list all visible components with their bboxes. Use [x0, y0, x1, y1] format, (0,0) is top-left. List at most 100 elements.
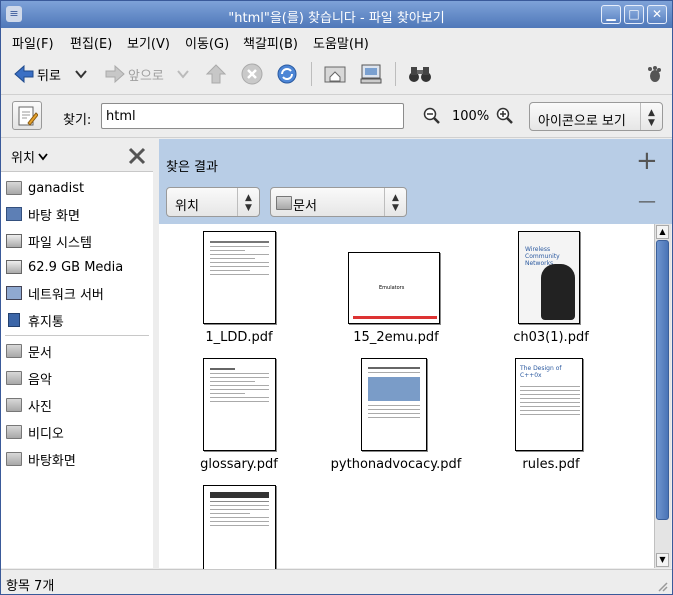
- view-mode-select[interactable]: 아이콘으로 보기 ▲ ▼: [529, 102, 663, 131]
- sidebar-item-pictures[interactable]: 사진: [6, 395, 52, 415]
- scroll-down-icon[interactable]: ▼: [656, 553, 669, 567]
- updown-arrows-icon: ▲ ▼: [640, 103, 662, 130]
- pdf-thumbnail-icon: Wireless Community Networks: [518, 231, 580, 324]
- search-button[interactable]: [407, 62, 433, 86]
- computer-button[interactable]: [359, 62, 383, 86]
- forward-arrow-icon: [105, 64, 125, 84]
- folder-icon: [6, 371, 22, 385]
- back-label: 뒤로: [37, 68, 61, 84]
- minimize-button[interactable]: ▁: [601, 5, 621, 24]
- sidebar-item-documents[interactable]: 문서: [6, 341, 52, 361]
- sidebar-item-network[interactable]: 네트워크 서버: [6, 283, 104, 303]
- thumbnail-title: The Design of C++0x: [520, 365, 562, 379]
- pdf-thumbnail-icon: [361, 358, 427, 451]
- file-name: 1_LDD.pdf: [205, 330, 273, 345]
- sidebar-item-media[interactable]: 62.9 GB Media: [6, 257, 123, 277]
- maximize-button[interactable]: □: [624, 5, 644, 24]
- sidebar-item-videos[interactable]: 비디오: [6, 422, 64, 442]
- stop-icon: [241, 63, 263, 85]
- up-arrow-icon: [205, 64, 227, 84]
- reload-icon: [277, 64, 297, 84]
- file-browser-window: ≡ "html"을(를) 찾습니다 - 파일 찾아보기 ▁ □ ✕ 파일(F) …: [0, 0, 673, 595]
- edit-location-icon: [18, 106, 39, 126]
- menu-view[interactable]: 보기(V): [127, 33, 170, 52]
- zoom-out-icon: [423, 107, 440, 124]
- sidebar-item-label: 문서: [28, 345, 52, 361]
- sidebar-header: 위치: [1, 139, 153, 172]
- file-name: ch03(1).pdf: [513, 330, 589, 345]
- sidebar-type-select[interactable]: 위치: [11, 147, 48, 166]
- view-mode-value: 아이콘으로 보기: [538, 114, 626, 129]
- file-name: pythonadvocacy.pdf: [330, 457, 462, 472]
- folder-icon: [276, 196, 292, 210]
- drive-icon: [6, 260, 22, 274]
- remove-criterion-button[interactable]: —: [638, 191, 656, 212]
- sidebar-item-desktop-folder[interactable]: 바탕화면: [6, 449, 76, 469]
- back-button[interactable]: 뒤로: [13, 62, 61, 86]
- updown-arrows-icon: ▲ ▼: [384, 188, 406, 216]
- stop-button[interactable]: [241, 62, 263, 86]
- sidebar-item-label: 사진: [28, 399, 52, 415]
- status-bar: 항목 7개: [1, 569, 672, 594]
- close-sidebar-icon[interactable]: [128, 147, 146, 165]
- home-folder-icon: [6, 181, 22, 195]
- sidebar-item-desktop[interactable]: 바탕 화면: [6, 204, 80, 224]
- file-name: glossary.pdf: [200, 457, 278, 472]
- search-label: 찾기:: [63, 113, 92, 128]
- updown-arrows-icon: ▲ ▼: [237, 188, 259, 216]
- vertical-scrollbar[interactable]: ▲ ▼: [654, 224, 671, 568]
- chevron-down-icon: [38, 152, 48, 160]
- sidebar-item-filesystem[interactable]: 파일 시스템: [6, 231, 92, 251]
- menu-go[interactable]: 이동(G): [185, 33, 229, 52]
- add-criterion-button[interactable]: +: [636, 147, 658, 175]
- zoom-level[interactable]: 100%: [452, 109, 489, 124]
- window-title: "html"을(를) 찾습니다 - 파일 찾아보기: [228, 11, 445, 26]
- location-bar: 찾기: html 100% 아이콘으로 보기 ▲ ▼: [1, 95, 672, 138]
- sidebar-item-trash[interactable]: 휴지통: [6, 310, 64, 330]
- back-history-dropdown[interactable]: [75, 62, 87, 86]
- menu-edit[interactable]: 편집(E): [70, 33, 112, 52]
- sidebar-item-label: 네트워크 서버: [28, 287, 104, 303]
- sidebar-item-label: 음악: [28, 372, 52, 388]
- scrollbar-thumb[interactable]: [656, 240, 669, 520]
- close-button[interactable]: ✕: [647, 5, 667, 24]
- forward-label: 앞으로: [128, 68, 164, 84]
- sidebar-item-label: 62.9 GB Media: [28, 259, 124, 275]
- sidebar-item-label: 비디오: [28, 426, 64, 442]
- up-button[interactable]: [205, 62, 227, 86]
- zoom-out-button[interactable]: [423, 107, 441, 128]
- reload-button[interactable]: [276, 62, 298, 86]
- scroll-up-icon[interactable]: ▲: [656, 225, 669, 239]
- status-text: 항목 7개: [6, 579, 55, 594]
- back-arrow-icon: [14, 64, 34, 84]
- toolbar: 뒤로 앞으로: [1, 54, 672, 95]
- menu-bookmarks[interactable]: 책갈피(B): [243, 33, 298, 52]
- zoom-in-button[interactable]: [496, 107, 514, 128]
- toolbar-separator: [311, 62, 312, 86]
- computer-icon: [360, 64, 382, 84]
- pdf-thumbnail-icon: [203, 358, 276, 451]
- folder-icon: [6, 398, 22, 412]
- sidebar-item-home[interactable]: ganadist: [6, 178, 84, 198]
- pdf-thumbnail-icon: The Design of C++0x: [515, 358, 583, 451]
- home-button[interactable]: [323, 62, 347, 86]
- sidebar-item-music[interactable]: 음악: [6, 368, 52, 388]
- search-input[interactable]: html: [101, 103, 404, 129]
- forward-history-dropdown[interactable]: [177, 62, 189, 86]
- menu-file[interactable]: 파일(F): [12, 33, 54, 52]
- resize-grip-icon[interactable]: [656, 580, 668, 592]
- sidebar-item-label: 바탕 화면: [28, 208, 80, 224]
- criterion-type-select[interactable]: 위치 ▲ ▼: [166, 187, 260, 217]
- sidebar-item-label: ganadist: [28, 180, 85, 196]
- thumbnail-title: Emulators: [379, 285, 405, 291]
- menu-help[interactable]: 도움말(H): [313, 33, 369, 52]
- sidebar-item-label: 바탕화면: [28, 453, 76, 469]
- book-cover-art: [541, 264, 575, 320]
- chevron-down-icon: [177, 70, 189, 79]
- pdf-thumbnail-icon: Emulators: [348, 252, 440, 324]
- forward-button[interactable]: 앞으로: [104, 62, 164, 86]
- search-results-panel: 찾은 결과 + 위치 ▲ ▼ 문서 ▲ ▼ —: [159, 139, 672, 224]
- folder-icon: [6, 344, 22, 358]
- folder-select[interactable]: 문서 ▲ ▼: [270, 187, 407, 217]
- location-toggle-button[interactable]: [12, 101, 42, 130]
